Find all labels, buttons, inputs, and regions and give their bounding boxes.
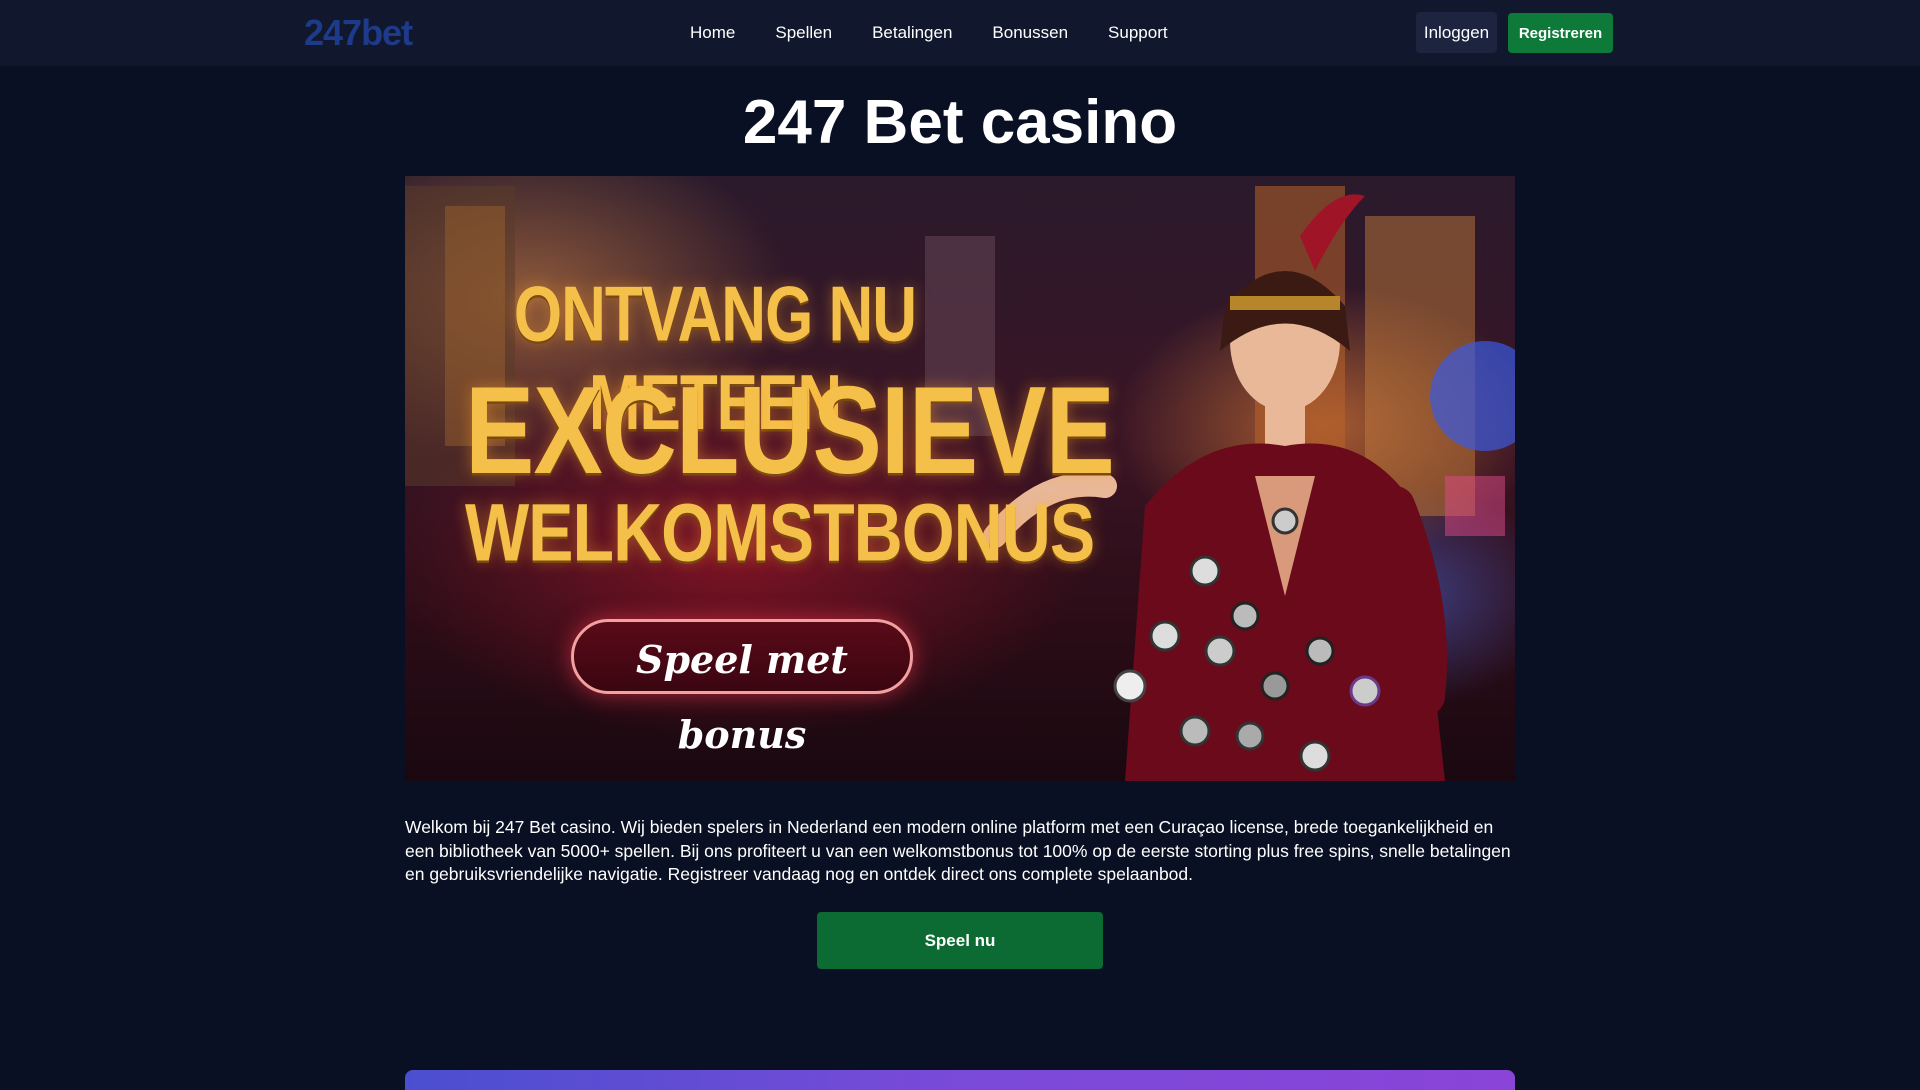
login-button[interactable]: Inloggen — [1416, 12, 1497, 53]
nav-support[interactable]: Support — [1088, 0, 1188, 65]
register-button[interactable]: Registreren — [1508, 13, 1613, 53]
page-title: 247 Bet casino — [742, 88, 1178, 157]
nav-betalingen[interactable]: Betalingen — [852, 0, 972, 65]
banner-line-2: EXCLUSIEVE — [465, 361, 1115, 501]
top-navigation-bar: 247bet Home Spellen Betalingen Bonussen … — [0, 0, 1920, 65]
banner-play-with-bonus-button[interactable]: Speel met bonus — [571, 619, 913, 757]
welcome-bonus-banner[interactable]: ONTVANG NU METEEN EXCLUSIEVE WELKOMSTBON… — [405, 176, 1515, 781]
intro-paragraph: Welkom bij 247 Bet casino. Wij bieden sp… — [405, 817, 1511, 884]
play-now-button[interactable]: Speel nu — [817, 912, 1103, 969]
brand-logo[interactable]: 247bet — [304, 12, 413, 54]
nav-spellen[interactable]: Spellen — [755, 0, 852, 65]
next-section-banner-edge — [405, 1070, 1515, 1090]
banner-line-3: WELKOMSTBONUS — [465, 487, 1095, 579]
nav-home[interactable]: Home — [670, 0, 755, 65]
main-nav: Home Spellen Betalingen Bonussen Support — [670, 0, 1188, 65]
nav-bonussen[interactable]: Bonussen — [972, 0, 1088, 65]
